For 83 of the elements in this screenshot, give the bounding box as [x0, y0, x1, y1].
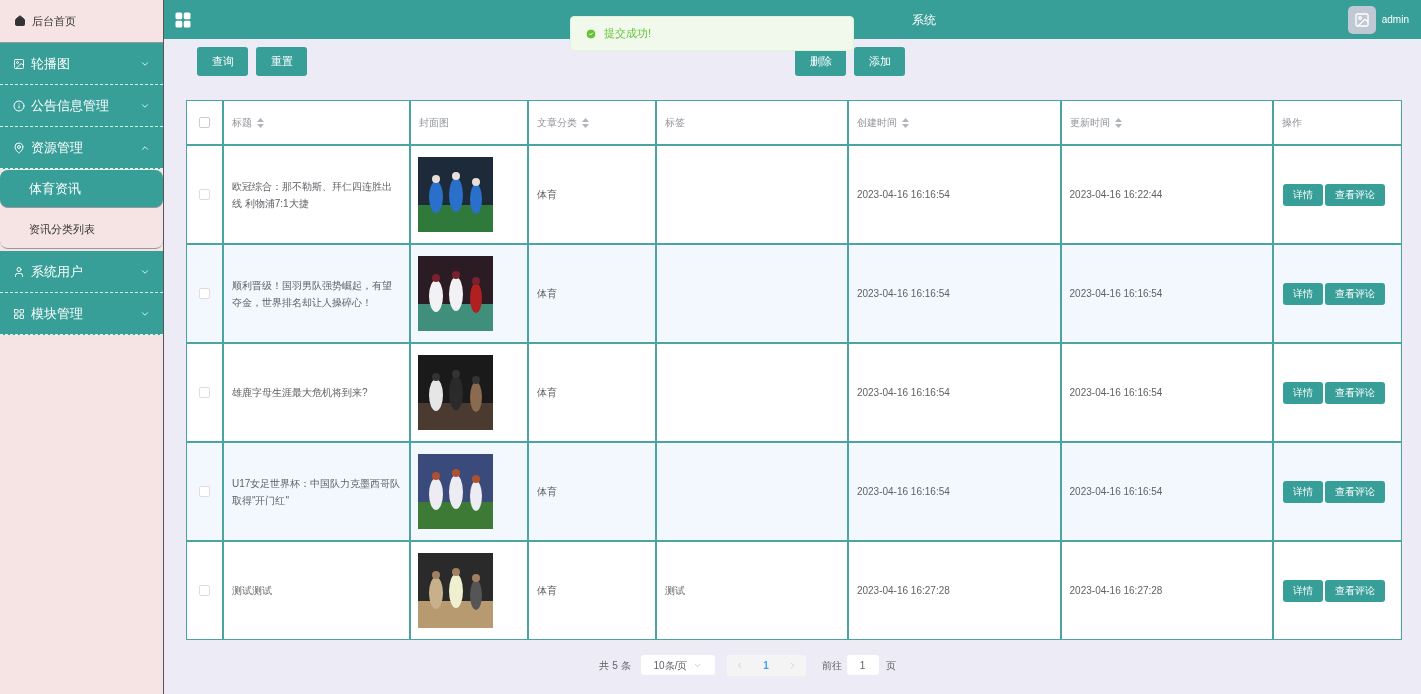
table-cell-text: 2023-04-16 16:16:54 — [856, 287, 950, 301]
image-icon — [1353, 11, 1370, 28]
menu-icon — [13, 57, 25, 70]
sidebar-menu[interactable]: 轮播图 — [0, 43, 163, 85]
menu-label: 公告信息管理 — [31, 96, 110, 115]
table-cell-text: 2023-04-16 16:27:28 — [856, 584, 950, 598]
table-cell-text: 体育 — [537, 287, 558, 301]
table-cell-text: 体育 — [537, 485, 558, 499]
table-cell-text: 2023-04-16 16:16:54 — [1069, 485, 1163, 499]
column-header: 封面图 — [418, 116, 449, 130]
table-cell-text: 雄鹿字母生涯最大危机将到来? — [231, 386, 368, 400]
avatar[interactable] — [1347, 5, 1376, 34]
column-header: 标题 — [231, 116, 252, 130]
row-checkbox[interactable] — [198, 189, 210, 200]
table-cell-text: 顺利晋级！国羽男队强势崛起，有望夺金，世界排名却让人操碎心！ — [231, 278, 393, 310]
table-cell-text: 2023-04-16 16:16:54 — [856, 386, 950, 400]
menu-icon — [13, 307, 25, 320]
row-checkbox[interactable] — [198, 387, 210, 398]
table-cell-text: 2023-04-16 16:16:54 — [856, 485, 950, 499]
toolbar-button[interactable]: 查询 — [197, 46, 248, 76]
sidebar-menu[interactable]: 模块管理 — [0, 293, 163, 335]
select-all-checkbox[interactable] — [198, 117, 210, 128]
column-header: 文章分类 — [537, 116, 578, 130]
page-suffix: 页 — [885, 658, 896, 673]
column-header: 更新时间 — [1069, 116, 1110, 130]
row-action-button[interactable]: 详情 — [1283, 183, 1324, 206]
row-action-button[interactable]: 详情 — [1283, 381, 1324, 404]
table-cell-text: 体育 — [537, 386, 558, 400]
table-cell-text: 2023-04-16 16:16:54 — [856, 188, 950, 202]
row-action-button[interactable]: 查看评论 — [1325, 480, 1386, 503]
row-action-button[interactable]: 详情 — [1283, 480, 1324, 503]
grid-icon — [174, 10, 192, 29]
page-size-select[interactable]: 10条/页 — [640, 655, 715, 675]
menu-label: 模块管理 — [31, 304, 84, 323]
table-cell-text: 2023-04-16 16:16:54 — [1069, 287, 1163, 301]
table-cell-text: 体育 — [537, 584, 558, 598]
toolbar-button[interactable]: 重置 — [256, 46, 307, 76]
row-action-button[interactable]: 详情 — [1283, 282, 1324, 305]
toolbar-button[interactable]: 添加 — [854, 46, 905, 76]
table-cell-text: U17女足世界杯：中国队力克墨西哥队取得"开门红" — [231, 476, 401, 508]
next-page-button[interactable] — [779, 654, 806, 676]
sidebar-menu[interactable]: 公告信息管理 — [0, 85, 163, 127]
row-action-button[interactable]: 查看评论 — [1325, 579, 1386, 602]
table-cell-text: 体育 — [537, 188, 558, 202]
page-button[interactable]: 1 — [752, 654, 780, 676]
menu-icon — [13, 141, 25, 154]
system-title: 系统 — [911, 11, 936, 29]
total-count: 共 5 条 — [599, 658, 631, 673]
row-checkbox[interactable] — [198, 585, 210, 596]
row-action-button[interactable]: 详情 — [1283, 579, 1324, 602]
row-action-button[interactable]: 查看评论 — [1325, 183, 1386, 206]
row-action-button[interactable]: 查看评论 — [1325, 282, 1386, 305]
sort-icon[interactable] — [1114, 117, 1122, 128]
username: admin — [1381, 13, 1409, 27]
column-header: 创建时间 — [856, 116, 897, 130]
menu-label: 轮播图 — [31, 54, 71, 73]
page-input[interactable]: 1 — [846, 655, 879, 675]
row-checkbox[interactable] — [198, 486, 210, 497]
row-action-button[interactable]: 查看评论 — [1325, 381, 1386, 404]
submenu-item[interactable]: 体育资讯 — [0, 170, 163, 208]
menu-label: 资源管理 — [31, 138, 84, 157]
sidebar-menu[interactable]: 资源管理 — [0, 127, 163, 169]
sort-icon[interactable] — [582, 117, 590, 128]
table-cell-text: 测试测试 — [231, 584, 272, 598]
sidebar-menu[interactable]: 系统用户 — [0, 251, 163, 293]
menu-label: 系统用户 — [31, 262, 84, 281]
table-cell-text: 欧冠综合：那不勒斯、拜仁四连胜出线 利物浦7:1大捷 — [231, 179, 393, 211]
table-cell-text: 测试 — [665, 584, 686, 598]
menu-icon — [13, 99, 25, 112]
home-icon — [14, 15, 26, 27]
goto-label: 前往 — [821, 658, 842, 673]
sort-icon[interactable] — [901, 117, 909, 128]
sort-icon[interactable] — [256, 117, 264, 128]
toast-message: 提交成功! — [604, 26, 652, 42]
row-checkbox[interactable] — [198, 288, 210, 299]
table-cell-text: 2023-04-16 16:27:28 — [1069, 584, 1163, 598]
column-header: 标签 — [665, 116, 686, 130]
menu-icon — [13, 265, 25, 278]
column-header: 操作 — [1282, 116, 1303, 130]
table-cell-text: 2023-04-16 16:22:44 — [1069, 188, 1163, 202]
table-cell-text: 2023-04-16 16:16:54 — [1069, 386, 1163, 400]
prev-page-button[interactable] — [726, 654, 753, 676]
success-icon — [585, 27, 597, 40]
